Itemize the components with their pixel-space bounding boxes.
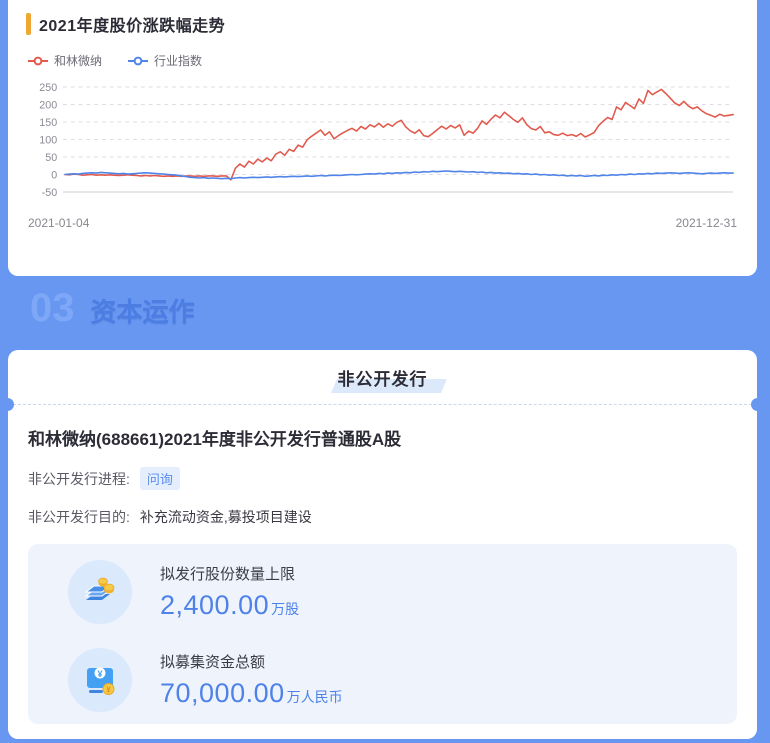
offering-purpose-row: 非公开发行目的: 补充流动资金,募投项目建设 [28, 507, 737, 527]
line-marker-icon [28, 56, 48, 65]
chart-legend: 和林微纳 行业指数 [28, 52, 739, 69]
chart-card-header: 2021年度股价涨跌幅走势 [26, 12, 739, 36]
offering-header-pill: 非公开发行 [330, 365, 447, 393]
trend-chart[interactable]: 250 200 150 100 50 0 -50 [26, 75, 739, 203]
legend-item-industry[interactable]: 行业指数 [128, 52, 202, 69]
stat-icon-circle: ¥ ¥ [68, 648, 132, 712]
chart-area: 250 200 150 100 50 0 -50 [26, 75, 739, 208]
svg-text:50: 50 [45, 152, 57, 164]
x-axis-start-label: 2021-01-04 [28, 216, 90, 230]
stat-value: 70,000.00 [160, 678, 285, 708]
svg-text:¥: ¥ [97, 669, 102, 679]
offering-header-title: 非公开发行 [337, 369, 428, 389]
progress-label: 非公开发行进程: [28, 470, 130, 487]
section-number: 03 [30, 286, 75, 330]
offering-progress-row: 非公开发行进程: 问询 [28, 467, 737, 490]
stat-value-row: 2,400.00 万股 [160, 590, 299, 621]
svg-text:100: 100 [39, 134, 57, 146]
svg-text:250: 250 [39, 82, 57, 94]
stat-icon-circle [68, 560, 132, 624]
purpose-value: 补充流动资金,募投项目建设 [139, 509, 312, 525]
offering-card-header: 非公开发行 [1, 350, 764, 411]
x-axis-end-label: 2021-12-31 [675, 216, 737, 230]
svg-text:-50: -50 [42, 187, 57, 199]
svg-text:0: 0 [51, 169, 57, 181]
svg-text:200: 200 [39, 99, 57, 111]
ticket-notch-left [1, 398, 14, 411]
svg-text:150: 150 [39, 117, 57, 129]
stat-value: 2,400.00 [160, 590, 270, 620]
stat-label: 拟发行股份数量上限 [160, 566, 296, 583]
stat-text: 拟发行股份数量上限 2,400.00 万股 [160, 563, 299, 621]
x-axis-range: 2021-01-04 2021-12-31 [26, 216, 739, 230]
chart-title: 2021年度股价涨跌幅走势 [39, 18, 226, 35]
purpose-label: 非公开发行目的: [28, 509, 130, 525]
section-heading-capital-operations: 03 资本运作 [30, 288, 195, 328]
stat-total-funds: ¥ ¥ 拟募集资金总额 70,000.00 万人民币 [68, 648, 737, 712]
ticket-notch-right [751, 398, 764, 411]
stock-trend-card: 2021年度股价涨跌幅走势 和林微纳 行业指数 250 200 150 100 50 0 -… [8, 0, 757, 276]
line-marker-icon [128, 56, 149, 65]
offering-card-body: 和林微纳(688661)2021年度非公开发行普通股A股 非公开发行进程: 问询… [8, 405, 757, 724]
stat-unit: 万人民币 [286, 689, 343, 705]
report-page: 2021年度股价涨跌幅走势 和林微纳 行业指数 250 200 150 100 50 0 -… [0, 0, 770, 743]
legend-label: 行业指数 [154, 54, 203, 68]
stat-unit: 万股 [271, 601, 300, 617]
offering-title: 和林微纳(688661)2021年度非公开发行普通股A股 [28, 430, 402, 449]
progress-status-badge[interactable]: 问询 [139, 467, 180, 490]
private-offering-card: 非公开发行 和林微纳(688661)2021年度非公开发行普通股A股 非公开发行… [1, 350, 764, 739]
offering-stats-panel: 拟发行股份数量上限 2,400.00 万股 ¥ ¥ 拟募集资金总额 70,000… [28, 544, 737, 724]
stat-share-limit: 拟发行股份数量上限 2,400.00 万股 [68, 560, 737, 624]
stat-label: 拟募集资金总额 [160, 654, 266, 671]
stat-text: 拟募集资金总额 70,000.00 万人民币 [160, 651, 343, 709]
yuan-wallet-icon: ¥ ¥ [87, 667, 115, 695]
svg-text:¥: ¥ [106, 685, 111, 694]
stat-value-row: 70,000.00 万人民币 [160, 678, 343, 709]
section-title: 资本运作 [90, 297, 195, 328]
money-stack-icon [84, 577, 115, 600]
legend-item-company[interactable]: 和林微纳 [28, 52, 102, 69]
legend-label: 和林微纳 [54, 54, 103, 68]
title-accent-bar [26, 13, 31, 35]
